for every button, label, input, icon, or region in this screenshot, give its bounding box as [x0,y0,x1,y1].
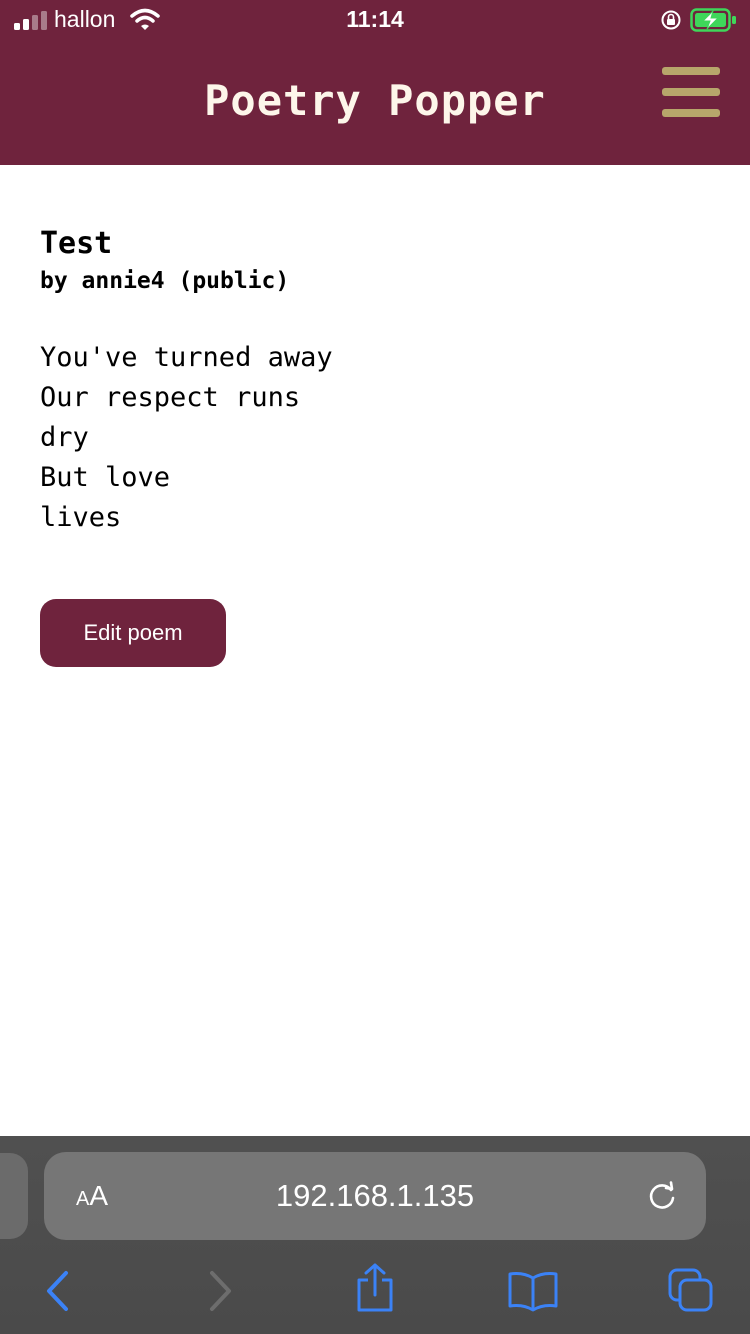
poem-body: You've turned away Our respect runs dry … [40,338,333,538]
rotation-lock-icon [661,10,681,30]
back-icon[interactable] [44,1270,72,1312]
status-time: 11:14 [346,6,404,32]
bookmarks-icon[interactable] [507,1270,559,1312]
poem-line: You've turned away [40,342,333,373]
forward-icon[interactable] [206,1270,234,1312]
tabs-icon[interactable] [666,1266,716,1314]
url-text: 192.168.1.135 [275,1178,475,1213]
battery-charging-icon [690,8,736,32]
poem-line: But love [40,462,171,493]
edit-poem-button[interactable]: Edit poem [40,599,226,667]
poem-line: lives [40,502,122,533]
poem-line: dry [40,422,89,453]
poem-line: Our respect runs [40,382,301,413]
address-bar[interactable]: AA 192.168.1.135 [44,1152,706,1240]
share-icon[interactable] [354,1262,396,1314]
poem-title: Test [40,226,113,261]
hamburger-menu-icon[interactable] [662,66,720,118]
app-title: Poetry Popper [204,76,546,125]
status-bar: hallon 11:14 [0,0,750,40]
app-header: Poetry Popper [0,40,750,165]
poem-byline: by annie4 (public) [40,268,290,294]
reload-icon[interactable] [644,1178,680,1214]
previous-tab-preview[interactable] [0,1153,28,1239]
